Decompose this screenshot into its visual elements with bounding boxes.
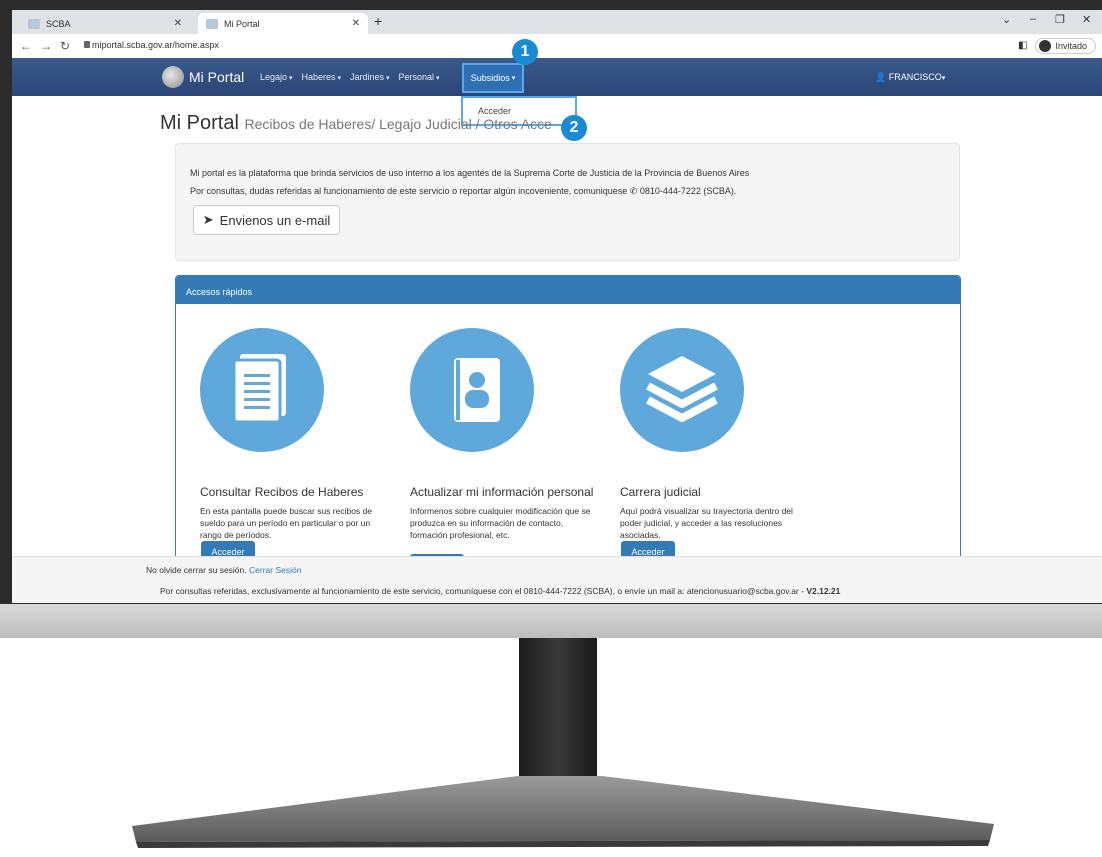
- card-title: Actualizar mi información personal: [410, 485, 594, 499]
- quick-access-panel: Accesos rápidos Consultar Recibos de Hab…: [175, 275, 961, 565]
- profile-label: Invitado: [1055, 40, 1087, 51]
- card-informacion: Actualizar mi información personal Infor…: [410, 328, 600, 541]
- phone-icon: ✆: [629, 186, 638, 196]
- version: V2.12.21: [806, 586, 841, 596]
- card-text: Aquí podrá visualizar su trayectoria den…: [620, 506, 793, 540]
- profile-area: ◧ Invitado: [1018, 37, 1096, 54]
- monitor-neck: [519, 638, 597, 788]
- new-tab-icon[interactable]: +: [374, 13, 382, 29]
- close-window-icon[interactable]: ✕: [1082, 13, 1091, 26]
- card-title: Carrera judicial: [620, 485, 701, 499]
- nav-menu: Legajo Haberes Jardines Personal: [260, 72, 440, 82]
- contact-text: Por consultas referidas, exclusivamente …: [160, 586, 804, 596]
- info-line-2-text: Por consultas, dudas referidas al funcio…: [190, 186, 628, 196]
- forward-icon[interactable]: →: [40, 39, 52, 53]
- step-2-badge: 2: [561, 115, 587, 141]
- nav-jardines[interactable]: Jardines: [350, 72, 390, 82]
- close-icon[interactable]: ✕: [352, 18, 360, 29]
- page-title: Mi Portal Recibos de Haberes/ Legajo Jud…: [160, 112, 552, 135]
- nav-legajo[interactable]: Legajo: [260, 72, 293, 82]
- session-reminder: No olvide cerrar su sesión. Cerrar Sesió…: [146, 565, 301, 575]
- caret-down-icon: ▾: [941, 75, 946, 82]
- step-1-badge: 1: [512, 39, 538, 65]
- user-menu[interactable]: 👤 FRANCISCO▾: [875, 72, 945, 83]
- info-well: Mi portal es la plataforma que brinda se…: [175, 143, 960, 261]
- footer: No olvide cerrar su sesión. Cerrar Sesió…: [12, 556, 1102, 603]
- panel-title: Accesos rápidos: [176, 276, 960, 304]
- nav-personal[interactable]: Personal: [399, 72, 440, 82]
- card-title: Consultar Recibos de Haberes: [200, 485, 364, 499]
- chevron-down-icon[interactable]: ⌄: [1002, 13, 1011, 26]
- monitor-base: [132, 776, 994, 848]
- monitor-frame: SCBA ✕ Mi Portal ✕ + ⌄ – ❐ ✕ ← → ↻ mipor…: [0, 0, 1102, 608]
- monitor-bezel: [0, 604, 1102, 638]
- nav-subsidios[interactable]: Subsidios ▾: [462, 63, 524, 93]
- logout-link[interactable]: Cerrar Sesión: [249, 565, 301, 575]
- nav-subsidios-label: Subsidios: [470, 73, 510, 83]
- tab-mi-portal[interactable]: Mi Portal ✕: [198, 13, 368, 34]
- session-text: No olvide cerrar su sesión.: [146, 565, 247, 575]
- scba-favicon-icon: [28, 18, 40, 29]
- portal-navbar: Mi Portal Legajo Haberes Jardines Person…: [12, 58, 1102, 96]
- logo: [162, 66, 184, 88]
- subtitle-text: Recibos de Haberes/ Legajo Judicial / Ot…: [244, 116, 552, 132]
- address-bar: ← → ↻ miportal.scba.gov.ar/home.aspx ◧ I…: [12, 34, 1102, 59]
- screen: SCBA ✕ Mi Portal ✕ + ⌄ – ❐ ✕ ← → ↻ mipor…: [12, 10, 1102, 603]
- card-text: Informenos sobre cualquier modificación …: [410, 506, 591, 540]
- portal-favicon-icon: [206, 18, 218, 29]
- tab-scba[interactable]: SCBA ✕: [20, 13, 190, 34]
- reload-icon[interactable]: ↻: [60, 39, 70, 53]
- url-input[interactable]: miportal.scba.gov.ar/home.aspx: [92, 40, 219, 50]
- title-text: Mi Portal: [160, 112, 239, 134]
- avatar: [1039, 39, 1052, 52]
- contact-book-icon: [410, 328, 534, 452]
- nav-haberes[interactable]: Haberes: [302, 72, 342, 82]
- close-icon[interactable]: ✕: [174, 18, 182, 29]
- email-button[interactable]: ➤ Envienos un e-mail: [193, 205, 340, 235]
- caret-down-icon: ▾: [509, 75, 516, 82]
- browser-tabbar: SCBA ✕ Mi Portal ✕ + ⌄ – ❐ ✕: [12, 10, 1102, 34]
- phone-number: 0810-444-7222 (SCBA).: [639, 186, 737, 196]
- card-carrera: Carrera judicial Aquí podrá visualizar s…: [620, 328, 810, 541]
- info-line-1: Mi portal es la plataforma que brinda se…: [190, 168, 750, 178]
- tab-label: SCBA: [46, 18, 71, 29]
- user-icon: 👤: [875, 72, 887, 82]
- profile-button[interactable]: Invitado: [1035, 37, 1096, 54]
- lock-icon: [84, 41, 90, 48]
- restore-icon[interactable]: ❐: [1055, 13, 1065, 26]
- contact-line: Por consultas referidas, exclusivamente …: [160, 586, 840, 596]
- layers-icon: [620, 328, 744, 452]
- send-icon: ➤: [202, 212, 214, 227]
- sidebar-icon[interactable]: ◧: [1018, 40, 1027, 51]
- user-name: FRANCISCO: [888, 72, 942, 82]
- brand[interactable]: Mi Portal: [189, 69, 244, 85]
- info-line-2: Por consultas, dudas referidas al funcio…: [190, 186, 736, 197]
- back-icon[interactable]: ←: [20, 39, 32, 53]
- card-text: En esta pantalla puede buscar sus recibo…: [200, 506, 373, 540]
- card-recibos: Consultar Recibos de Haberes En esta pan…: [200, 328, 390, 541]
- documents-icon: [200, 328, 324, 452]
- email-button-label: Envienos un e-mail: [219, 212, 331, 228]
- minimize-icon[interactable]: –: [1030, 13, 1036, 25]
- tab-label: Mi Portal: [224, 18, 260, 29]
